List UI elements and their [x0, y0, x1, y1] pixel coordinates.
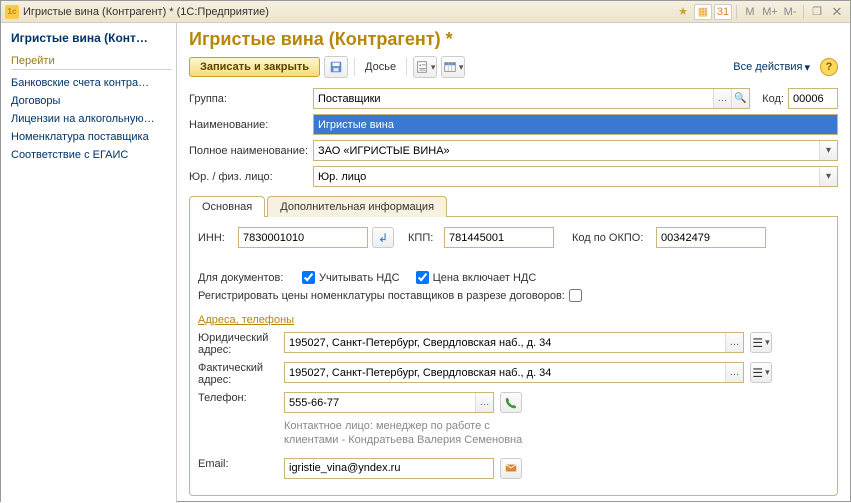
memory-m-button[interactable]: M [741, 4, 759, 20]
jurfiz-input[interactable] [313, 166, 838, 187]
titlebar: 1c Игристые вина (Контрагент) * (1С:Пред… [1, 1, 850, 23]
actual-addr-label: Фактический адрес: [198, 362, 278, 386]
code-input[interactable] [788, 88, 838, 109]
kpp-input[interactable] [444, 227, 554, 248]
save-and-close-button[interactable]: Записать и закрыть [189, 57, 320, 77]
code-label: Код: [754, 93, 784, 105]
group-label: Группа: [189, 93, 309, 105]
phone-input[interactable] [284, 392, 494, 413]
email-label: Email: [198, 458, 278, 470]
separator [736, 5, 737, 19]
tab-main[interactable]: Основная [189, 196, 265, 217]
separator [406, 58, 407, 76]
name-label: Наименование: [189, 119, 309, 131]
addr-menu-button[interactable]: ☰ [750, 332, 772, 353]
email-input[interactable] [284, 458, 494, 479]
sidebar-link-contracts[interactable]: Договоры [11, 92, 172, 110]
sidebar-link-supplier-nomenclature[interactable]: Номенклатура поставщика [11, 128, 172, 146]
report-dropdown-button[interactable] [413, 56, 437, 78]
dossier-button[interactable]: Досье [361, 58, 400, 76]
print-dropdown-button[interactable] [441, 56, 465, 78]
docs-label: Для документов: [198, 272, 298, 284]
all-actions-link[interactable]: Все действия▾ [733, 61, 810, 74]
kpp-label: КПП: [408, 232, 440, 244]
inn-fill-button[interactable]: ↲ [372, 227, 394, 248]
section-addresses: Адреса, телефоны [198, 314, 829, 326]
all-actions-label: Все действия [733, 61, 802, 73]
name-input[interactable] [313, 114, 838, 135]
phone-icon [504, 396, 518, 410]
memory-mplus-button[interactable]: M+ [761, 4, 779, 20]
inn-label: ИНН: [198, 232, 234, 244]
favorite-icon[interactable]: ★ [674, 4, 692, 20]
legal-addr-label: Юридический адрес: [198, 332, 278, 356]
dial-button[interactable] [500, 392, 522, 413]
ellipsis-button[interactable]: … [725, 333, 743, 352]
register-prices-checkbox[interactable] [569, 289, 582, 302]
sidebar-link-licenses[interactable]: Лицензии на алкогольную… [11, 110, 172, 128]
dropdown-button[interactable]: ▾ [819, 167, 837, 186]
dropdown-button[interactable]: ▾ [819, 141, 837, 160]
group-input[interactable] [313, 88, 750, 109]
fullname-input[interactable] [313, 140, 838, 161]
separator [354, 58, 355, 76]
okpo-label: Код по ОКПО: [572, 232, 652, 244]
register-prices-label: Регистрировать цены номенклатуры поставщ… [198, 290, 565, 302]
sidebar-title: Игристые вина (Конт… [11, 31, 172, 45]
close-icon[interactable]: ✕ [828, 4, 846, 20]
jurfiz-label: Юр. / физ. лицо: [189, 171, 309, 183]
ellipsis-button[interactable]: … [713, 89, 731, 108]
vat-include-checkbox-label[interactable]: Цена включает НДС [416, 271, 537, 284]
tab-additional[interactable]: Дополнительная информация [267, 196, 447, 217]
vat-account-checkbox[interactable] [302, 271, 315, 284]
ellipsis-button[interactable]: … [725, 363, 743, 382]
ellipsis-button[interactable]: … [475, 393, 493, 412]
calendar-icon[interactable]: 31 [714, 4, 732, 20]
memory-mminus-button[interactable]: M- [781, 4, 799, 20]
sidebar: Игристые вина (Конт… Перейти Банковские … [1, 23, 177, 503]
lookup-button[interactable]: 🔍 [731, 89, 749, 108]
save-button[interactable] [324, 56, 348, 78]
titlebar-buttons: ★ ▦ 31 M M+ M- ❐ ✕ [674, 4, 846, 20]
vat-account-checkbox-label[interactable]: Учитывать НДС [302, 271, 400, 284]
restore-icon[interactable]: ❐ [808, 4, 826, 20]
page-title: Игристые вина (Контрагент) * [189, 29, 838, 50]
toolbar: Записать и закрыть Досье Все действия▾ ? [189, 56, 838, 78]
envelope-icon [504, 461, 518, 475]
addr-menu-button[interactable]: ☰ [750, 362, 772, 383]
tab-content-main: ИНН: ↲ КПП: Код по ОКПО: Для документов:… [189, 217, 838, 496]
floppy-icon [329, 60, 343, 74]
window-title: Игристые вина (Контрагент) * (1С:Предпри… [23, 6, 674, 18]
content: Игристые вина (Контрагент) * Записать и … [177, 23, 850, 503]
send-email-button[interactable] [500, 458, 522, 479]
okpo-input[interactable] [656, 227, 766, 248]
sidebar-link-egais[interactable]: Соответствие с ЕГАИС [11, 146, 172, 164]
vat-include-checkbox[interactable] [416, 271, 429, 284]
inn-input[interactable] [238, 227, 368, 248]
spreadsheet-icon [443, 60, 457, 74]
app-icon-1c: 1c [5, 5, 19, 19]
actual-addr-input[interactable] [284, 362, 744, 383]
vat-account-text: Учитывать НДС [319, 272, 400, 284]
tabs: Основная Дополнительная информация [189, 195, 838, 217]
sidebar-section-goto: Перейти [11, 55, 172, 70]
help-button[interactable]: ? [820, 58, 838, 76]
legal-addr-input[interactable] [284, 332, 744, 353]
calculator-icon[interactable]: ▦ [694, 4, 712, 20]
chevron-down-icon: ▾ [804, 61, 810, 74]
separator [803, 5, 804, 19]
contact-hint: Контактное лицо: менеджер по работе с кл… [284, 419, 544, 448]
vat-include-text: Цена включает НДС [433, 272, 537, 284]
phone-label: Телефон: [198, 392, 278, 404]
report-icon [415, 60, 429, 74]
sidebar-link-bank-accounts[interactable]: Банковские счета контра… [11, 74, 172, 92]
fullname-label: Полное наименование: [189, 145, 309, 157]
